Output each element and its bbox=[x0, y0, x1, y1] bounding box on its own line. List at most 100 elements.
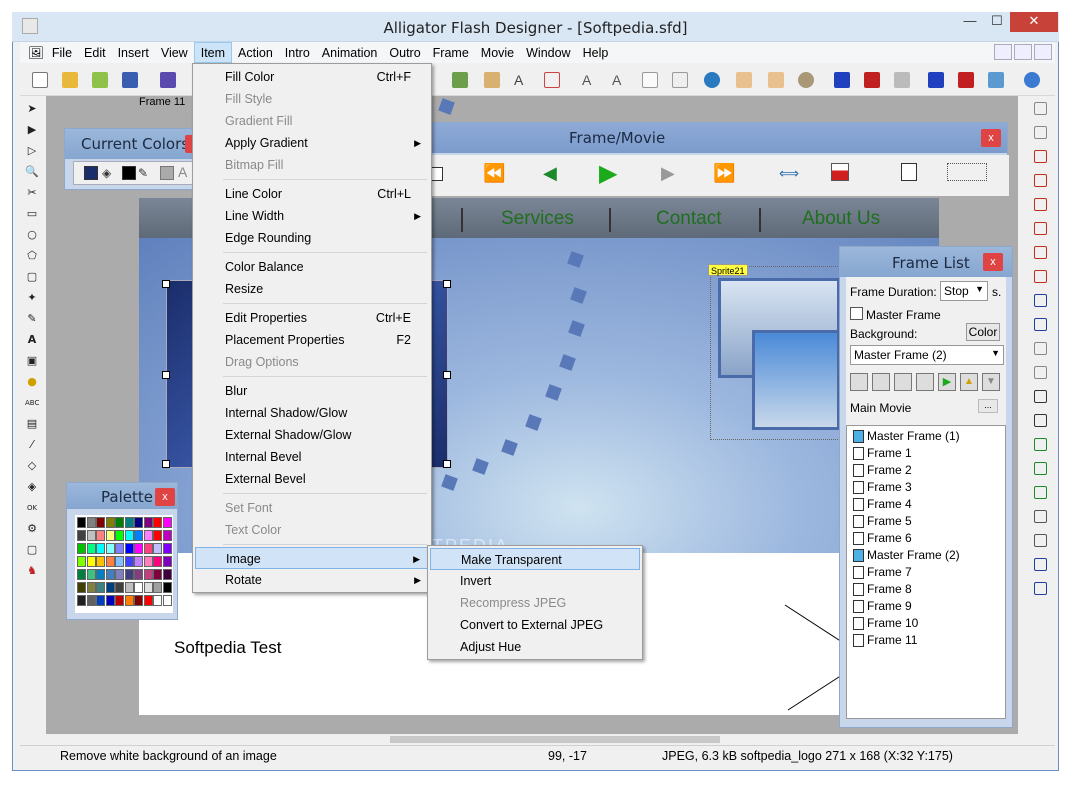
eyedropper-icon[interactable]: ⁄ bbox=[25, 438, 39, 452]
palette-swatch[interactable] bbox=[115, 530, 124, 541]
menu-file[interactable]: File bbox=[46, 43, 78, 64]
menu-outro[interactable]: Outro bbox=[383, 43, 426, 64]
right-tool-icon[interactable] bbox=[1034, 174, 1047, 187]
palette-swatch[interactable] bbox=[105, 517, 115, 528]
mdi-minimize-button[interactable] bbox=[994, 44, 1012, 60]
right-tool-icon[interactable] bbox=[1034, 342, 1047, 355]
palette-swatch[interactable] bbox=[96, 595, 105, 606]
move-up-icon[interactable]: ▲ bbox=[960, 373, 978, 391]
palette-swatch[interactable] bbox=[77, 595, 86, 606]
prev-frame-icon[interactable]: ◀ bbox=[543, 163, 557, 184]
font-style-icon[interactable]: A bbox=[612, 72, 628, 88]
menu-internal-bevel[interactable]: Internal Bevel bbox=[195, 446, 429, 468]
palette-swatch[interactable] bbox=[86, 517, 96, 528]
menu-edge-rounding[interactable]: Edge Rounding bbox=[195, 227, 429, 249]
palette-swatch[interactable] bbox=[143, 530, 153, 541]
save-icon[interactable] bbox=[122, 72, 138, 88]
mdi-restore-button[interactable] bbox=[1014, 44, 1032, 60]
button-tool-icon[interactable]: ● bbox=[25, 375, 39, 389]
menu-fill-color[interactable]: Fill Color Ctrl+F bbox=[195, 66, 429, 88]
palette-swatch[interactable] bbox=[96, 569, 105, 580]
frame-list-item[interactable]: Frame 3 bbox=[851, 479, 912, 496]
right-tool-icon[interactable] bbox=[1034, 318, 1047, 331]
palette-swatch[interactable] bbox=[105, 582, 115, 593]
palette-swatch[interactable] bbox=[86, 556, 96, 567]
palette-swatch[interactable] bbox=[124, 569, 134, 580]
abc-icon[interactable]: ABC bbox=[25, 396, 39, 410]
rectangle-tool-icon[interactable]: ▭ bbox=[25, 207, 39, 221]
line-color-swatch[interactable] bbox=[122, 166, 136, 180]
palette-close[interactable]: x bbox=[155, 488, 175, 506]
palette-swatch[interactable] bbox=[77, 543, 86, 554]
menu-set-font[interactable]: Set Font bbox=[195, 497, 429, 519]
wand-icon[interactable]: ✦ bbox=[25, 291, 39, 305]
palette-swatch[interactable] bbox=[134, 517, 143, 528]
menu-movie[interactable]: Movie bbox=[475, 43, 520, 64]
palette-swatch[interactable] bbox=[115, 543, 124, 554]
fill-icon[interactable]: ◈ bbox=[25, 480, 39, 494]
palette-swatch[interactable] bbox=[86, 595, 96, 606]
frame-list-item[interactable]: Frame 9 bbox=[851, 598, 912, 615]
palette-swatch[interactable] bbox=[77, 569, 86, 580]
submenu-adjust-hue[interactable]: Adjust Hue bbox=[430, 636, 640, 658]
palette-swatch[interactable] bbox=[86, 569, 96, 580]
menu-window[interactable]: Window bbox=[520, 43, 576, 64]
right-tool-icon[interactable] bbox=[1034, 126, 1047, 139]
palette-swatch[interactable] bbox=[143, 556, 153, 567]
menu-external-bevel[interactable]: External Bevel bbox=[195, 468, 429, 490]
right-tool-icon[interactable] bbox=[1034, 294, 1047, 307]
scrollbar-thumb[interactable] bbox=[390, 736, 720, 743]
palette-swatch[interactable] bbox=[124, 517, 134, 528]
menu-help[interactable]: Help bbox=[577, 43, 615, 64]
palette-swatch[interactable] bbox=[153, 582, 162, 593]
master-frame-checkbox[interactable] bbox=[850, 307, 863, 320]
palette-swatch[interactable] bbox=[143, 595, 153, 606]
palette-swatch[interactable] bbox=[105, 543, 115, 554]
menu-text-color[interactable]: Text Color bbox=[195, 519, 429, 541]
submenu-make-transparent[interactable]: Make Transparent bbox=[430, 548, 640, 570]
textbox-icon[interactable]: ▣ bbox=[25, 354, 39, 368]
resize-handle[interactable] bbox=[443, 371, 451, 379]
menu-drag-options[interactable]: Drag Options bbox=[195, 351, 429, 373]
palette-swatch[interactable] bbox=[124, 543, 134, 554]
menu-animation[interactable]: Animation bbox=[316, 43, 384, 64]
menu-fill-style[interactable]: Fill Style bbox=[195, 88, 429, 110]
palette-swatch[interactable] bbox=[105, 595, 115, 606]
text-color-swatch[interactable] bbox=[160, 166, 174, 180]
palette-swatch[interactable] bbox=[124, 530, 134, 541]
right-tool-icon[interactable] bbox=[1034, 462, 1047, 475]
help-icon[interactable] bbox=[1024, 72, 1040, 88]
play-icon[interactable]: ▶ bbox=[599, 159, 617, 188]
character-icon[interactable]: ♞ bbox=[25, 564, 39, 578]
next-frame-icon[interactable]: ▶ bbox=[661, 163, 675, 184]
palette-swatch[interactable] bbox=[96, 517, 105, 528]
frame-list-item[interactable]: Master Frame (1) bbox=[851, 428, 960, 445]
menu-item[interactable]: Item bbox=[193, 42, 233, 63]
palette-swatch[interactable] bbox=[153, 556, 162, 567]
frame-list-item[interactable]: Frame 8 bbox=[851, 581, 912, 598]
frame-list-item[interactable]: Frame 11 bbox=[851, 632, 917, 649]
palette-swatch[interactable] bbox=[105, 530, 115, 541]
font-icon[interactable]: A bbox=[582, 72, 598, 88]
menu-edit-properties[interactable]: Edit Properties Ctrl+E bbox=[195, 307, 429, 329]
hand-point-icon[interactable] bbox=[768, 72, 784, 88]
frame-list-item[interactable]: Master Frame (2) bbox=[851, 547, 960, 564]
palette-swatch[interactable] bbox=[86, 543, 96, 554]
menu-view[interactable]: View bbox=[155, 43, 194, 64]
palette-swatch[interactable] bbox=[124, 556, 134, 567]
palette-swatch[interactable] bbox=[143, 582, 153, 593]
palette-swatch[interactable] bbox=[162, 582, 172, 593]
frame-icon[interactable] bbox=[431, 167, 443, 181]
right-tool-icon[interactable] bbox=[1034, 534, 1047, 547]
palette-swatch[interactable] bbox=[162, 595, 172, 606]
rewind-icon[interactable]: ⏪ bbox=[483, 163, 505, 184]
palette-swatch[interactable] bbox=[162, 556, 172, 567]
palette-swatch[interactable] bbox=[153, 517, 162, 528]
right-tool-icon[interactable] bbox=[1034, 246, 1047, 259]
select-arrow-icon[interactable]: ➤ bbox=[25, 102, 39, 116]
menu-gradient-fill[interactable]: Gradient Fill bbox=[195, 110, 429, 132]
color-button[interactable]: Color bbox=[966, 323, 1000, 341]
preview-icon[interactable] bbox=[160, 72, 176, 88]
palette-swatch[interactable] bbox=[105, 569, 115, 580]
palette-swatch[interactable] bbox=[86, 530, 96, 541]
